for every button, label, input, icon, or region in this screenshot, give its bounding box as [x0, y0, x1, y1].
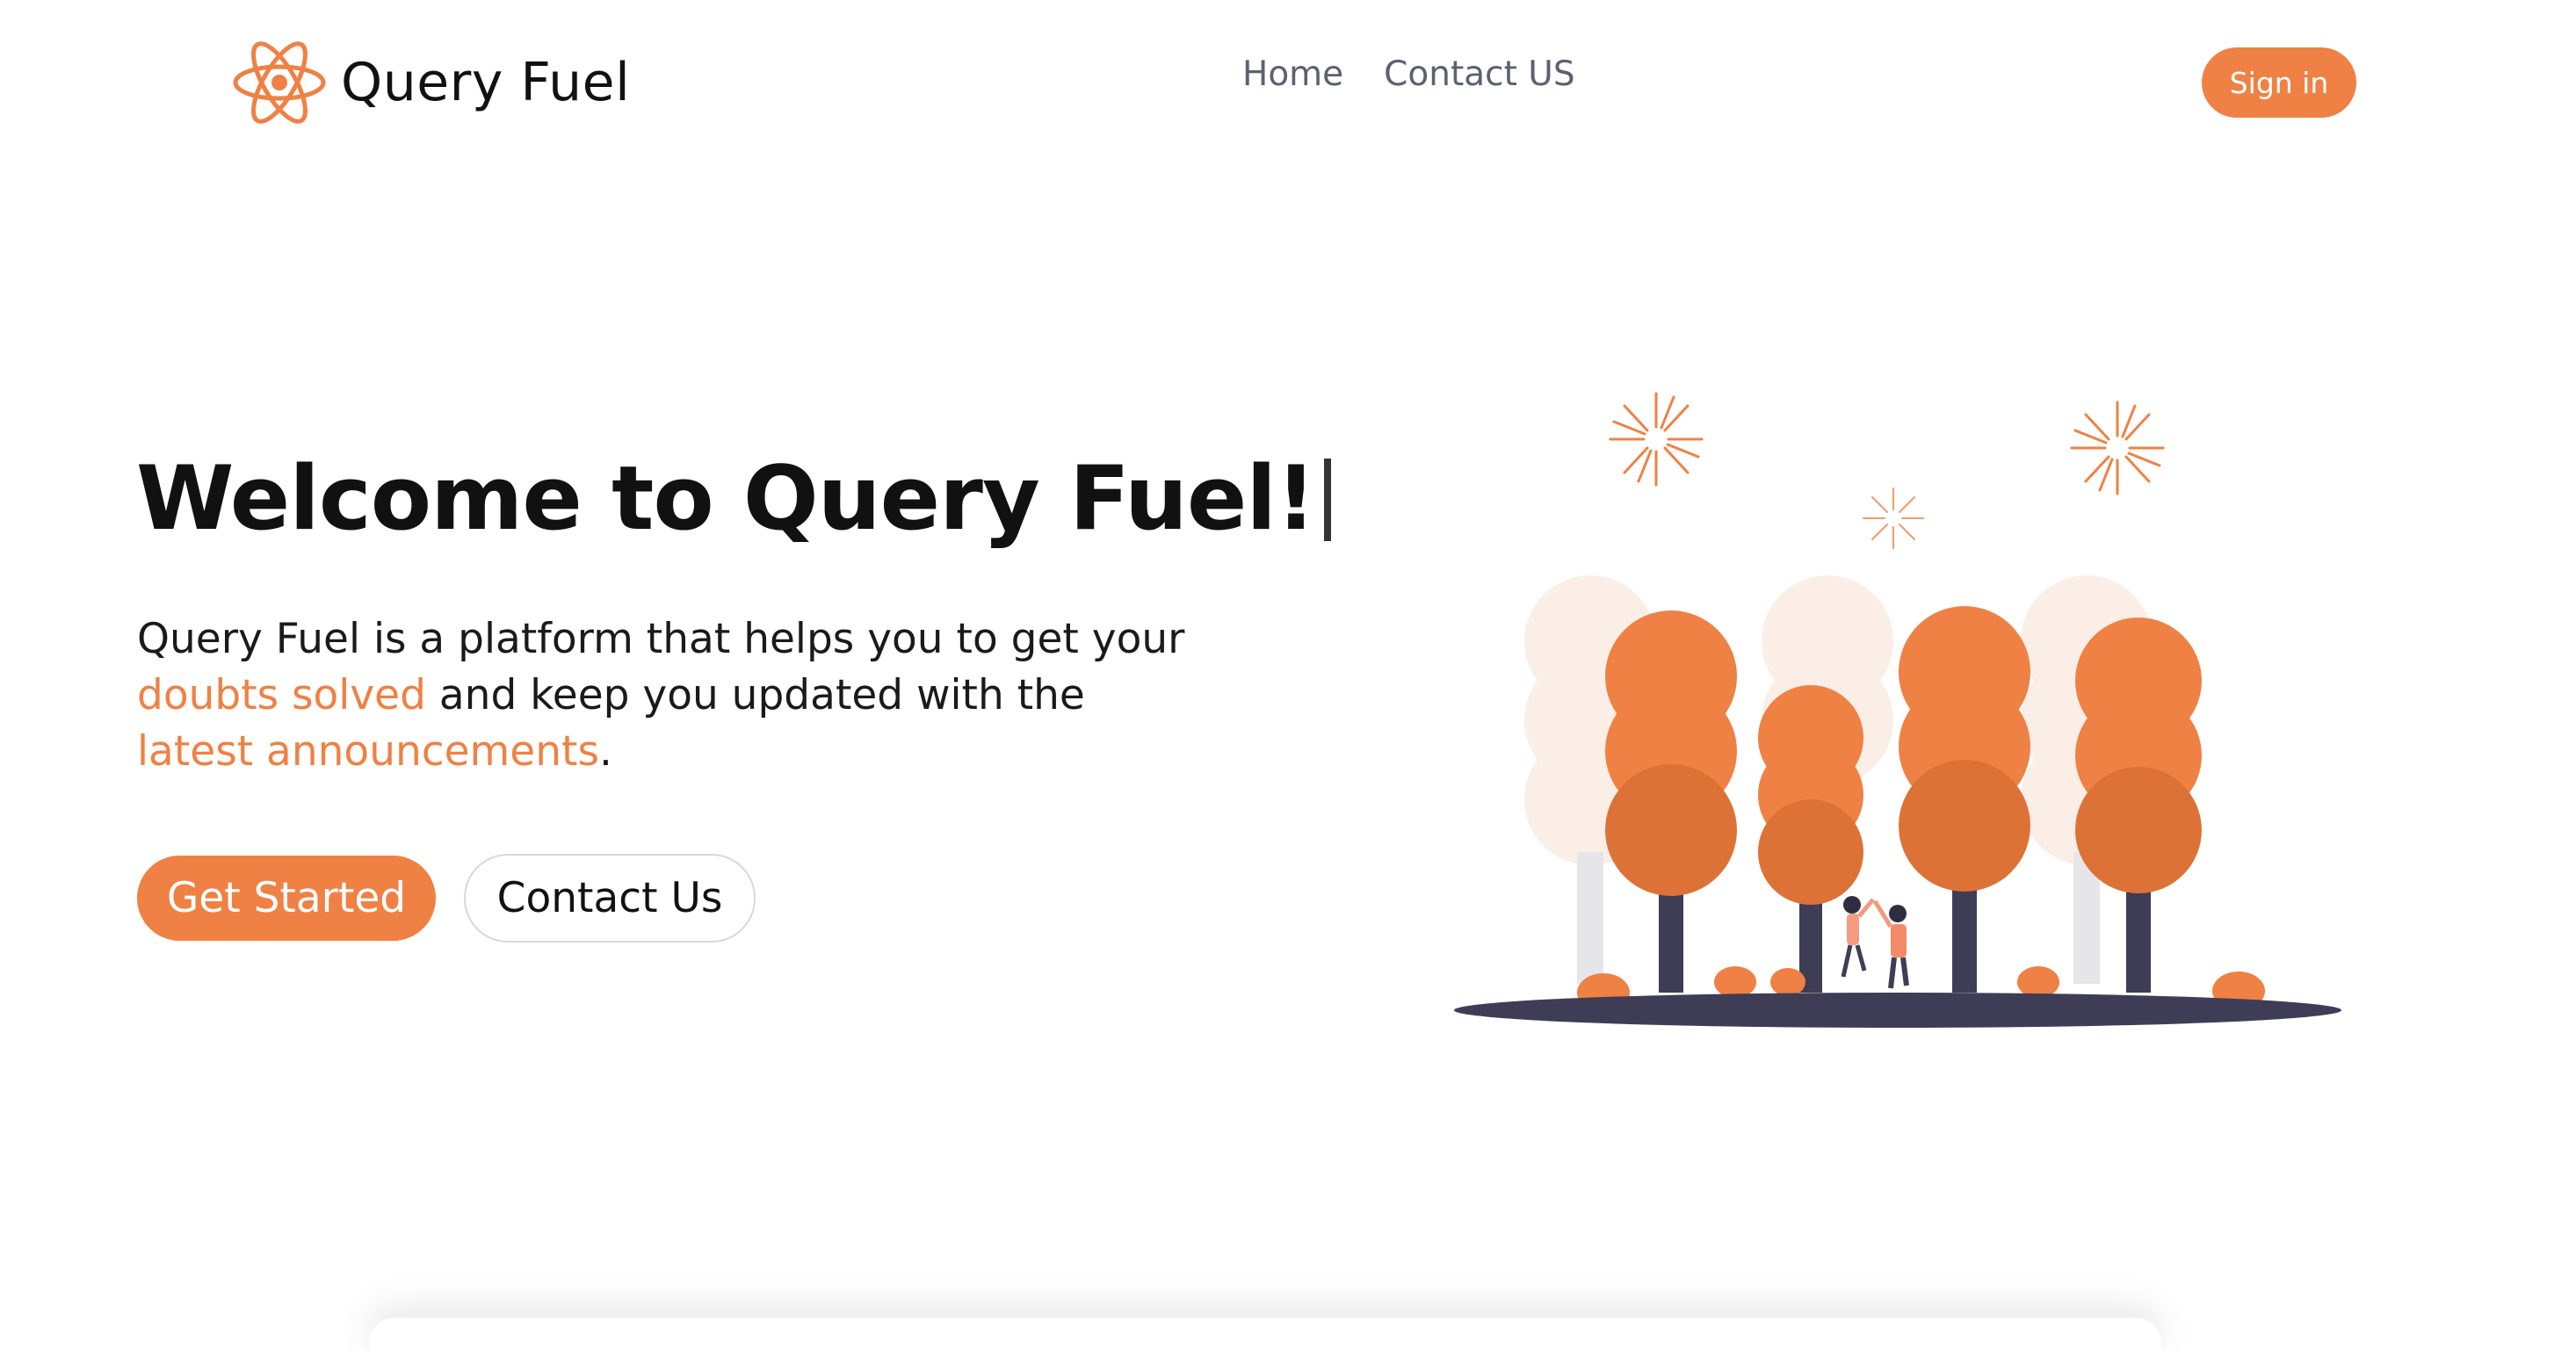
main-nav: Home Contact US: [1242, 54, 1575, 94]
tree-two: [1758, 685, 1863, 905]
firework-right: [2070, 401, 2165, 495]
contact-us-button[interactable]: Contact Us: [464, 854, 756, 943]
brand[interactable]: Query Fuel: [230, 35, 630, 130]
nav-contact[interactable]: Contact US: [1384, 54, 1574, 94]
desc-highlight-announcements: latest announcements: [137, 727, 599, 776]
tree-three: [1899, 606, 2030, 892]
hero-title: Welcome to Query Fuel!: [136, 446, 1332, 550]
landing-page: Query Fuel Home Contact US Sign in Welco…: [0, 0, 2576, 1351]
firework-left: [1609, 392, 1704, 487]
hero-description: Query Fuel is a platform that helps you …: [137, 611, 1279, 780]
celebration-trees-illustration: [1454, 392, 2341, 1028]
atom-icon: [233, 41, 326, 124]
hero-title-text: Welcome to Query Fuel!: [136, 446, 1316, 550]
firework-middle: [1863, 488, 1924, 549]
tree-four: [2075, 618, 2202, 893]
bottom-section-edge: [369, 1318, 2161, 1351]
typing-cursor: [1324, 459, 1332, 541]
sign-in-button[interactable]: Sign in: [2202, 47, 2356, 118]
ground-shadow: [1454, 993, 2341, 1028]
get-started-button[interactable]: Get Started: [137, 856, 436, 941]
nav-home[interactable]: Home: [1242, 54, 1343, 94]
brand-name: Query Fuel: [341, 52, 631, 113]
dancing-people: [1841, 896, 1909, 989]
tree-one: [1605, 610, 1737, 896]
desc-highlight-doubts: doubts solved: [137, 671, 426, 719]
desc-part1: Query Fuel is a platform that helps you …: [137, 615, 1185, 663]
desc-end: .: [598, 727, 612, 776]
top-navbar: Query Fuel Home Contact US Sign in: [0, 0, 2576, 167]
desc-part2: and keep you updated with the: [425, 671, 1085, 719]
